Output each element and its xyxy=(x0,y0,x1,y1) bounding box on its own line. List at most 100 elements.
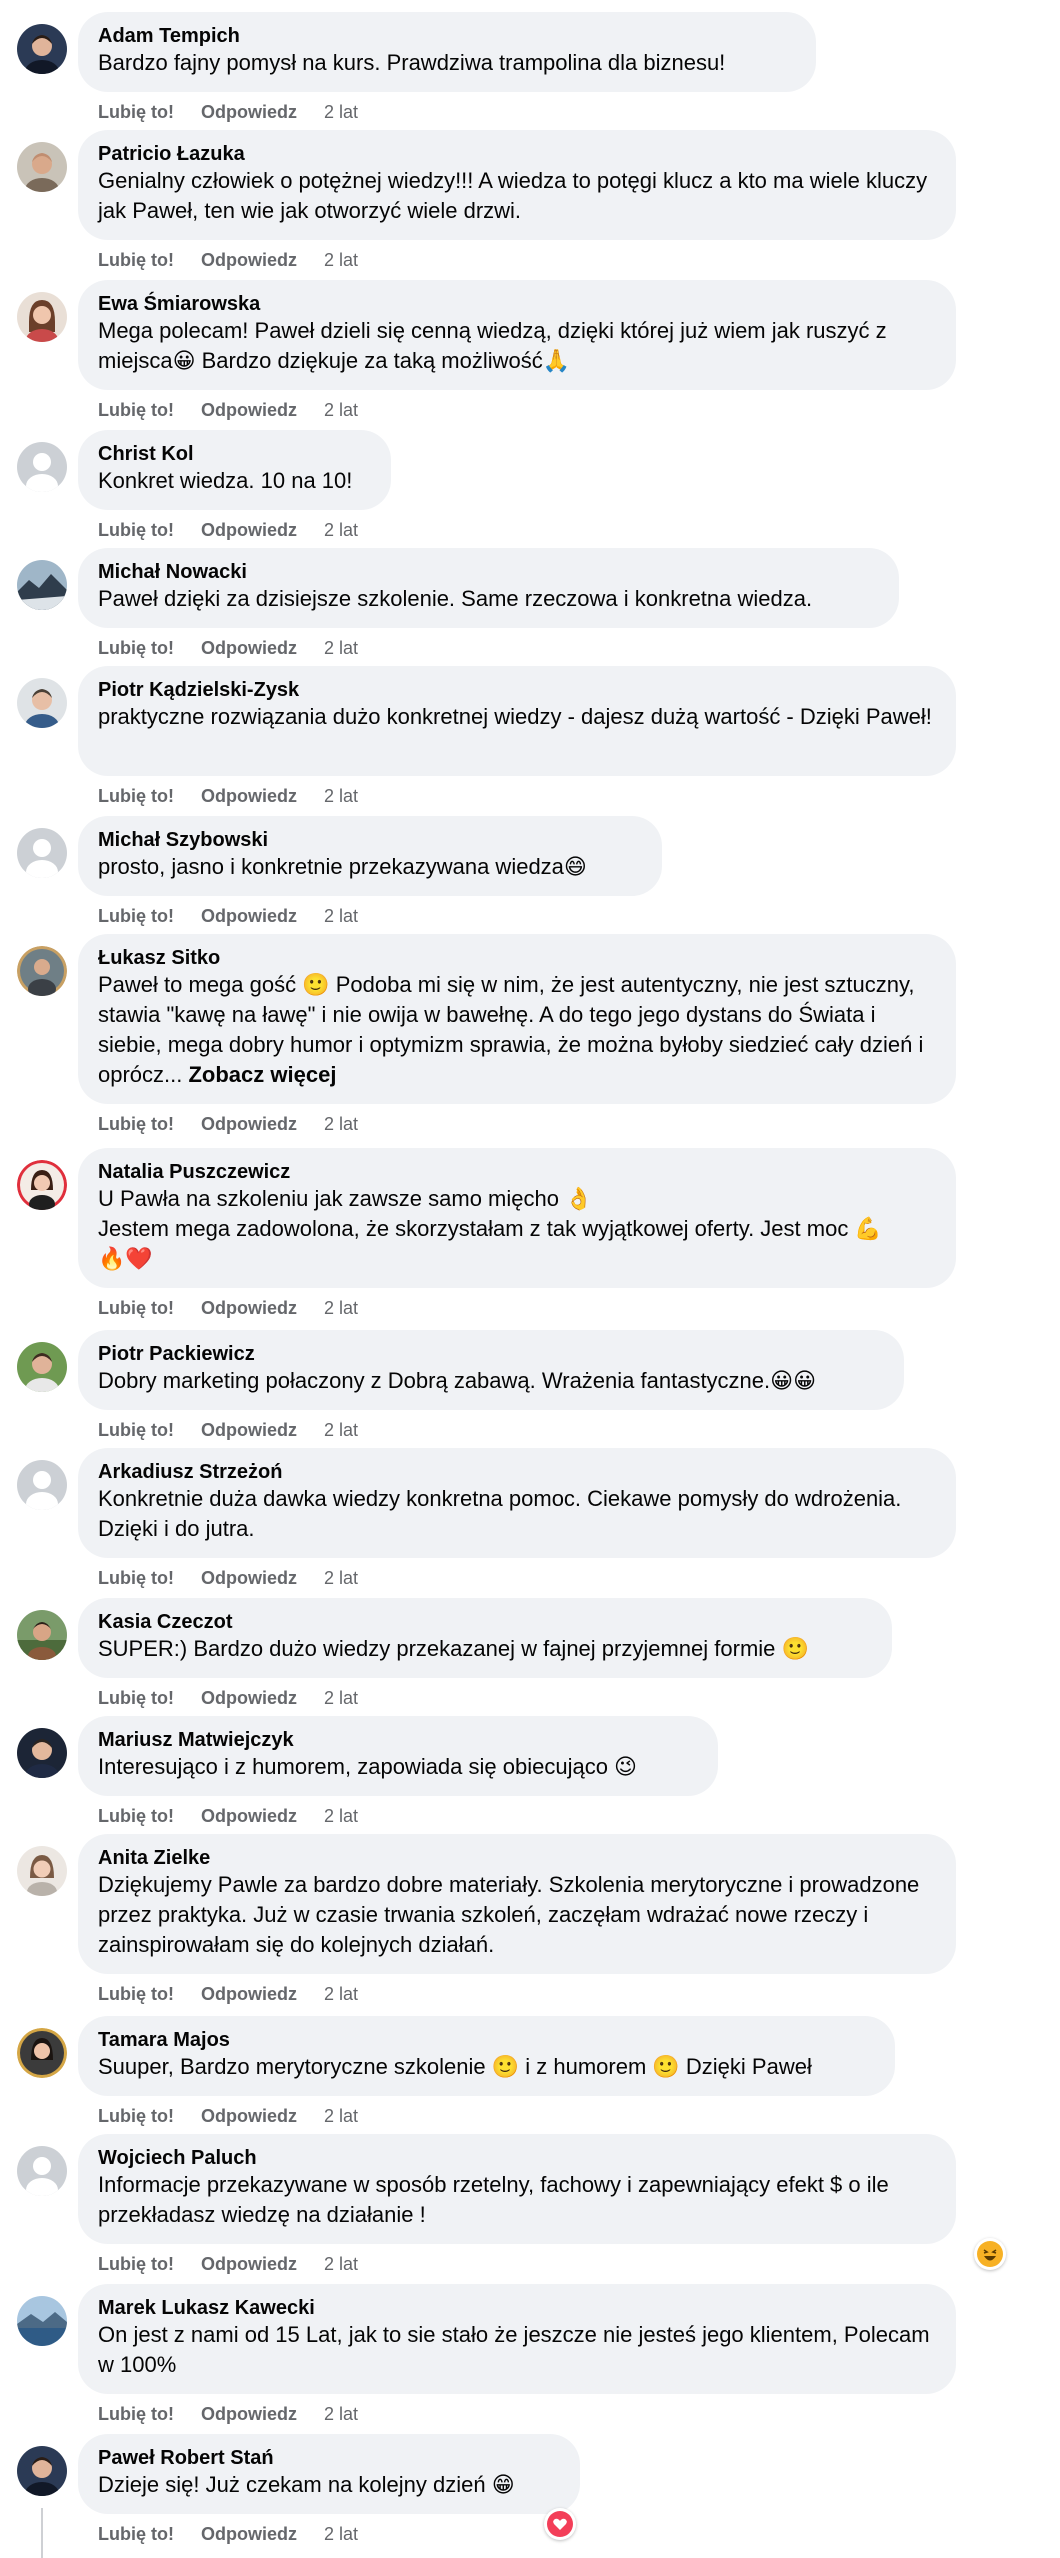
avatar[interactable] xyxy=(17,560,67,610)
avatar[interactable] xyxy=(17,2296,67,2346)
comment-author[interactable]: Arkadiusz Strzeżoń xyxy=(98,1460,936,1484)
reply-button[interactable]: Odpowiedz xyxy=(201,1568,297,1588)
reply-button[interactable]: Odpowiedz xyxy=(201,638,297,658)
comment-bubble: Ewa Śmiarowska Mega polecam! Paweł dzieli… xyxy=(78,280,956,390)
comment-timestamp[interactable]: 2 lat xyxy=(324,1984,358,2004)
reply-button[interactable]: Odpowiedz xyxy=(201,2106,297,2126)
comment-author[interactable]: Natalia Puszczewicz xyxy=(98,1160,936,1184)
reply-button[interactable]: Odpowiedz xyxy=(201,906,297,926)
comment-timestamp[interactable]: 2 lat xyxy=(324,2106,358,2126)
comment-text-body: Konkret wiedza. 10 na 10! xyxy=(98,468,353,493)
comment-timestamp[interactable]: 2 lat xyxy=(324,520,358,540)
comment-timestamp[interactable]: 2 lat xyxy=(324,786,358,806)
avatar[interactable] xyxy=(17,678,67,728)
comment-timestamp[interactable]: 2 lat xyxy=(324,906,358,926)
like-button[interactable]: Lubię to! xyxy=(98,102,174,122)
comment-author[interactable]: Michał Szybowski xyxy=(98,828,642,852)
comment-timestamp[interactable]: 2 lat xyxy=(324,1114,358,1134)
comment-author[interactable]: Mariusz Matwiejczyk xyxy=(98,1728,698,1752)
comment-author[interactable]: Kasia Czeczot xyxy=(98,1610,872,1634)
avatar[interactable] xyxy=(17,24,67,74)
avatar[interactable] xyxy=(17,1460,67,1510)
like-button[interactable]: Lubię to! xyxy=(98,1806,174,1826)
comment-timestamp[interactable]: 2 lat xyxy=(324,102,358,122)
comment-timestamp[interactable]: 2 lat xyxy=(324,250,358,270)
like-button[interactable]: Lubię to! xyxy=(98,786,174,806)
reply-button[interactable]: Odpowiedz xyxy=(201,520,297,540)
comment-author[interactable]: Michał Nowacki xyxy=(98,560,879,584)
comment-timestamp[interactable]: 2 lat xyxy=(324,638,358,658)
like-button[interactable]: Lubię to! xyxy=(98,1688,174,1708)
like-button[interactable]: Lubię to! xyxy=(98,2106,174,2126)
reply-button[interactable]: Odpowiedz xyxy=(201,1806,297,1826)
like-button[interactable]: Lubię to! xyxy=(98,638,174,658)
avatar[interactable] xyxy=(17,2146,67,2196)
comment-author[interactable]: Marek Lukasz Kawecki xyxy=(98,2296,936,2320)
like-button[interactable]: Lubię to! xyxy=(98,1568,174,1588)
reply-button[interactable]: Odpowiedz xyxy=(201,2404,297,2424)
avatar[interactable] xyxy=(17,1342,67,1392)
like-button[interactable]: Lubię to! xyxy=(98,2254,174,2274)
comment-author[interactable]: Tamara Majos xyxy=(98,2028,875,2052)
comment-author[interactable]: Adam Tempich xyxy=(98,24,796,48)
reply-button[interactable]: Odpowiedz xyxy=(201,250,297,270)
avatar[interactable] xyxy=(17,442,67,492)
like-button[interactable]: Lubię to! xyxy=(98,1298,174,1318)
comment-timestamp[interactable]: 2 lat xyxy=(324,2254,358,2274)
comment-author[interactable]: Christ Kol xyxy=(98,442,371,466)
avatar[interactable] xyxy=(17,1846,67,1896)
comment-author[interactable]: Ewa Śmiarowska xyxy=(98,292,936,316)
avatar[interactable] xyxy=(17,2028,67,2078)
comment-text: On jest z nami od 15 Lat, jak to sie sta… xyxy=(98,2320,936,2380)
like-button[interactable]: Lubię to! xyxy=(98,250,174,270)
reply-button[interactable]: Odpowiedz xyxy=(201,1420,297,1440)
like-button[interactable]: Lubię to! xyxy=(98,1114,174,1134)
reply-button[interactable]: Odpowiedz xyxy=(201,786,297,806)
comment-timestamp[interactable]: 2 lat xyxy=(324,1568,358,1588)
comment-timestamp[interactable]: 2 lat xyxy=(324,400,358,420)
like-button[interactable]: Lubię to! xyxy=(98,520,174,540)
comment-author[interactable]: Piotr Kądzielski-Zysk xyxy=(98,678,936,702)
comment-timestamp[interactable]: 2 lat xyxy=(324,1688,358,1708)
like-button[interactable]: Lubię to! xyxy=(98,1984,174,2004)
like-button[interactable]: Lubię to! xyxy=(98,400,174,420)
comment-author[interactable]: Wojciech Paluch xyxy=(98,2146,936,2170)
avatar[interactable] xyxy=(17,292,67,342)
avatar[interactable] xyxy=(17,2446,67,2496)
reply-button[interactable]: Odpowiedz xyxy=(201,2524,297,2544)
comment-timestamp[interactable]: 2 lat xyxy=(324,1806,358,1826)
comment-timestamp[interactable]: 2 lat xyxy=(324,1420,358,1440)
see-more-link[interactable]: Zobacz więcej xyxy=(188,1062,336,1087)
reply-button[interactable]: Odpowiedz xyxy=(201,1298,297,1318)
comment-text-body: Dobry marketing połaczony z Dobrą zabawą… xyxy=(98,1368,817,1393)
heart-icon[interactable] xyxy=(544,2508,576,2540)
reply-button[interactable]: Odpowiedz xyxy=(201,102,297,122)
avatar[interactable] xyxy=(17,1728,67,1778)
comment-bubble: Arkadiusz Strzeżoń Konkretnie duża dawka … xyxy=(78,1448,956,1558)
comment-timestamp[interactable]: 2 lat xyxy=(324,2524,358,2544)
comment-timestamp[interactable]: 2 lat xyxy=(324,2404,358,2424)
avatar[interactable] xyxy=(17,1610,67,1660)
comment-text-body: Genialny człowiek o potężnej wiedzy!!! A… xyxy=(98,168,934,223)
comment-author[interactable]: Patricio Łazuka xyxy=(98,142,936,166)
haha-icon[interactable] xyxy=(974,2238,1006,2270)
reply-button[interactable]: Odpowiedz xyxy=(201,1984,297,2004)
like-button[interactable]: Lubię to! xyxy=(98,906,174,926)
reply-button[interactable]: Odpowiedz xyxy=(201,400,297,420)
comment-text: Paweł to mega gość 🙂 Podoba mi się w nim… xyxy=(98,970,936,1090)
reply-button[interactable]: Odpowiedz xyxy=(201,1114,297,1134)
reply-button[interactable]: Odpowiedz xyxy=(201,1688,297,1708)
like-button[interactable]: Lubię to! xyxy=(98,2404,174,2424)
like-button[interactable]: Lubię to! xyxy=(98,1420,174,1440)
like-button[interactable]: Lubię to! xyxy=(98,2524,174,2544)
comment-author[interactable]: Łukasz Sitko xyxy=(98,946,936,970)
comment-author[interactable]: Paweł Robert Stań xyxy=(98,2446,560,2470)
comment-timestamp[interactable]: 2 lat xyxy=(324,1298,358,1318)
avatar[interactable] xyxy=(17,142,67,192)
avatar[interactable] xyxy=(17,828,67,878)
avatar[interactable] xyxy=(17,946,67,996)
comment-author[interactable]: Piotr Packiewicz xyxy=(98,1342,884,1366)
comment-author[interactable]: Anita Zielke xyxy=(98,1846,936,1870)
avatar[interactable] xyxy=(17,1160,67,1210)
reply-button[interactable]: Odpowiedz xyxy=(201,2254,297,2274)
